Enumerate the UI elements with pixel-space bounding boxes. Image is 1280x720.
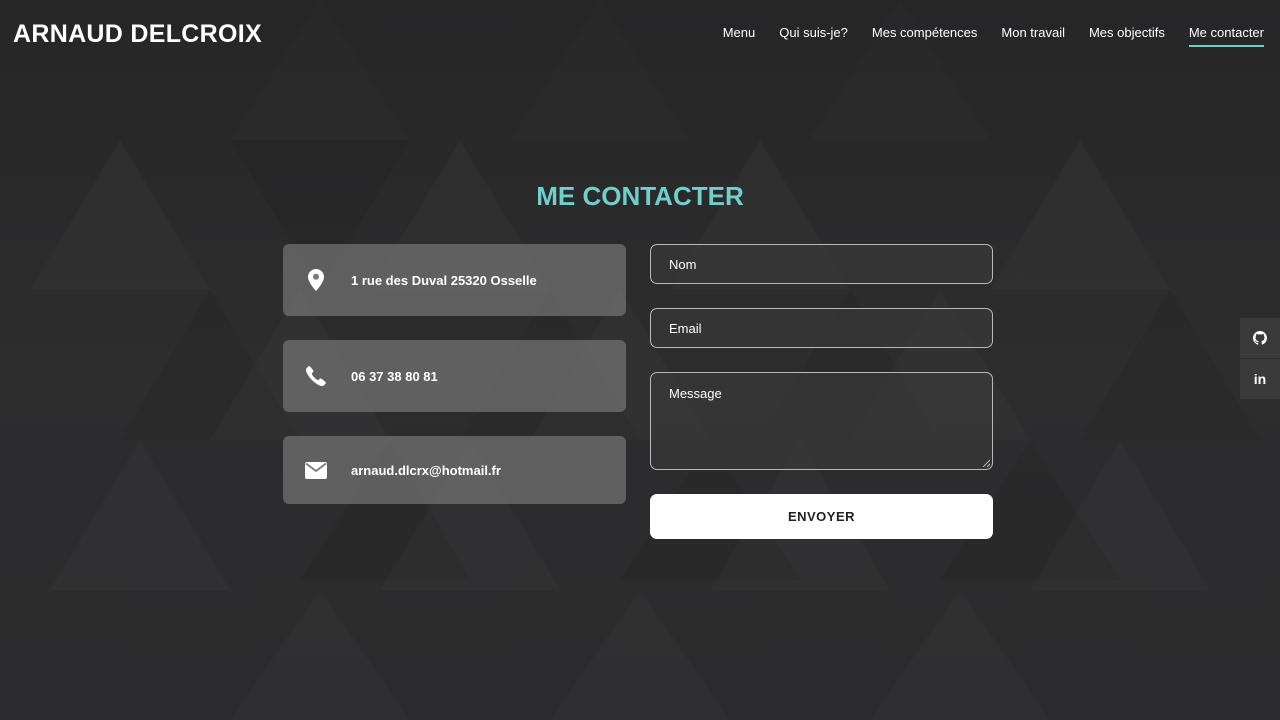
linkedin-icon: in <box>1253 371 1267 387</box>
address-card: 1 rue des Duval 25320 Osselle <box>283 244 626 316</box>
background-pattern <box>0 0 1280 720</box>
social-sidebar: in <box>1240 318 1280 399</box>
github-icon <box>1253 331 1267 345</box>
linkedin-button[interactable]: in <box>1240 359 1280 399</box>
nav-item-mes-objectifs[interactable]: Mes objectifs <box>1089 25 1165 47</box>
resize-grip-icon[interactable] <box>982 459 990 467</box>
envelope-icon <box>303 457 329 483</box>
nav-item-me-contacter[interactable]: Me contacter <box>1188 25 1264 47</box>
submit-button[interactable]: ENVOYER <box>650 494 993 539</box>
github-button[interactable] <box>1240 318 1280 358</box>
phone-card: 06 37 38 80 81 <box>283 340 626 412</box>
phone-icon <box>303 363 329 389</box>
site-brand[interactable]: ARNAUD DELCROIX <box>13 20 262 49</box>
name-input[interactable] <box>650 244 993 284</box>
main-nav: Menu Qui suis-je? Mes compétences Mon tr… <box>723 25 1264 47</box>
nav-item-qui-suis-je[interactable]: Qui suis-je? <box>779 25 848 47</box>
nav-item-mes-competences[interactable]: Mes compétences <box>872 25 978 47</box>
site-header: ARNAUD DELCROIX Menu Qui suis-je? Mes co… <box>0 0 1280 72</box>
nav-item-mon-travail[interactable]: Mon travail <box>1001 25 1065 47</box>
contact-title: ME CONTACTER <box>536 181 744 211</box>
address-text: 1 rue des Duval 25320 Osselle <box>351 272 537 288</box>
message-textarea[interactable] <box>650 372 993 470</box>
email-text: arnaud.dlcrx@hotmail.fr <box>351 462 501 478</box>
phone-text: 06 37 38 80 81 <box>351 368 438 384</box>
nav-item-menu[interactable]: Menu <box>723 25 756 47</box>
email-input[interactable] <box>650 308 993 348</box>
email-card: arnaud.dlcrx@hotmail.fr <box>283 436 626 504</box>
map-pin-icon <box>303 267 329 293</box>
